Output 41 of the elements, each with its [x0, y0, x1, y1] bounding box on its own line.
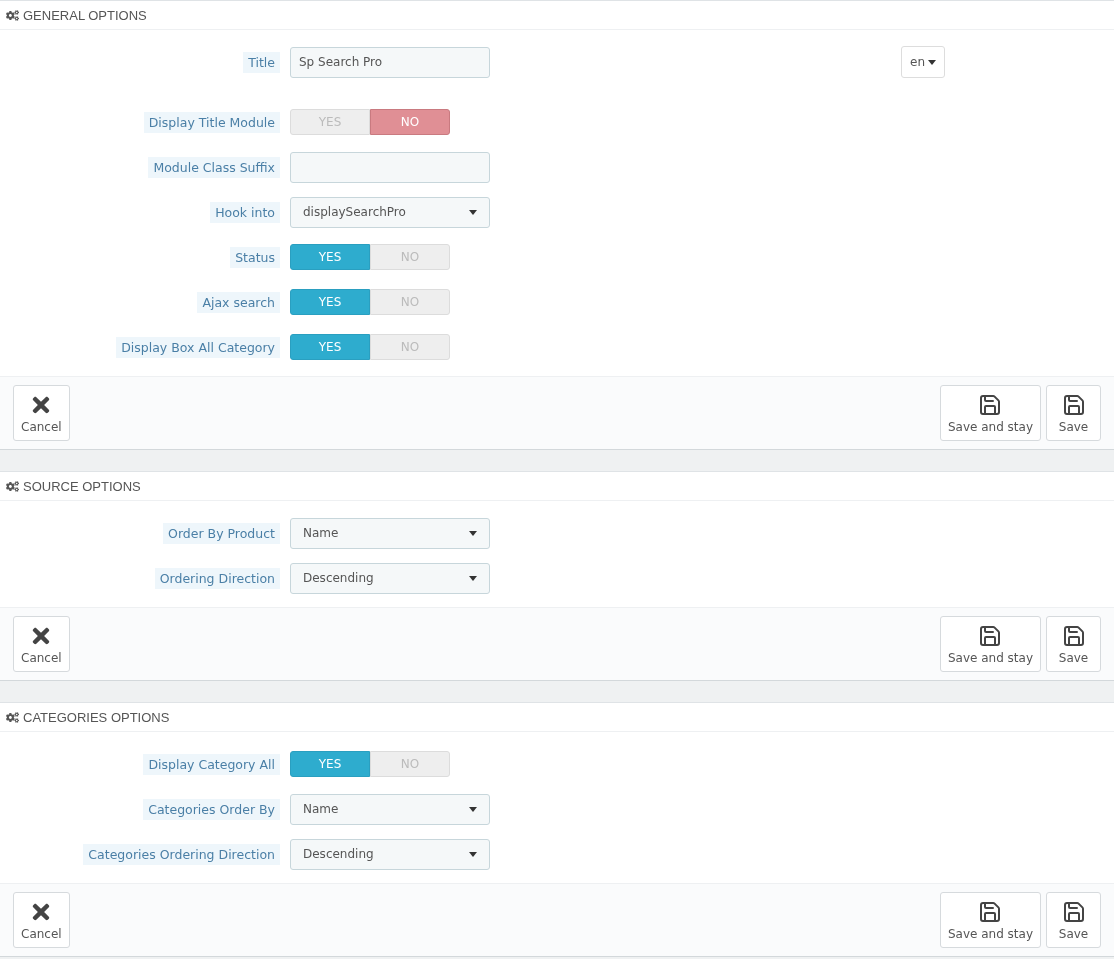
caret-icon	[469, 530, 477, 536]
field-label: Status	[230, 246, 280, 268]
save-and-stay-button[interactable]: Save and stay	[939, 385, 1041, 441]
select-field[interactable]: displaySearchPro	[290, 196, 490, 228]
panel-title: SOURCE OPTIONS	[23, 478, 141, 494]
field-label: Categories Ordering Direction	[83, 843, 280, 865]
field-label: Order By Product	[163, 522, 280, 544]
caret-icon	[469, 851, 477, 857]
field-label: Categories Order By	[143, 798, 280, 820]
field-label: Display Category All	[143, 753, 280, 775]
caret-icon	[469, 575, 477, 581]
field-label: Display Box All Category	[116, 336, 280, 358]
field-label: Ordering Direction	[154, 567, 280, 589]
field-label: Title	[243, 51, 280, 73]
text-field[interactable]: Sp Search Pro	[290, 46, 490, 78]
field-label: Display Title Module	[143, 111, 280, 133]
panel-title: GENERAL OPTIONS	[23, 7, 147, 23]
select-field[interactable]: Descending	[290, 838, 490, 870]
field-label: Ajax search	[197, 291, 280, 313]
save-button[interactable]: Save	[1046, 616, 1101, 672]
select-field[interactable]: Name	[290, 793, 490, 825]
cancel-button[interactable]: Cancel	[13, 385, 70, 441]
language-dropdown[interactable]: en	[901, 46, 945, 78]
select-field[interactable]: Descending	[290, 562, 490, 594]
caret-icon	[469, 209, 477, 215]
gears-icon	[6, 710, 19, 724]
gears-icon	[6, 8, 19, 22]
field-label: Hook into	[210, 201, 280, 223]
caret-icon	[928, 59, 936, 65]
save-button[interactable]: Save	[1046, 385, 1101, 441]
save-button[interactable]: Save	[1046, 892, 1101, 948]
save-and-stay-button[interactable]: Save and stay	[939, 892, 1041, 948]
save-and-stay-button[interactable]: Save and stay	[939, 616, 1041, 672]
panel-title: CATEGORIES OPTIONS	[23, 709, 170, 725]
select-field[interactable]: Name	[290, 517, 490, 549]
cancel-button[interactable]: Cancel	[13, 892, 70, 948]
text-field[interactable]	[290, 151, 490, 183]
caret-icon	[469, 806, 477, 812]
gears-icon	[6, 479, 19, 493]
field-label: Module Class Suffix	[148, 156, 280, 178]
cancel-button[interactable]: Cancel	[13, 616, 70, 672]
